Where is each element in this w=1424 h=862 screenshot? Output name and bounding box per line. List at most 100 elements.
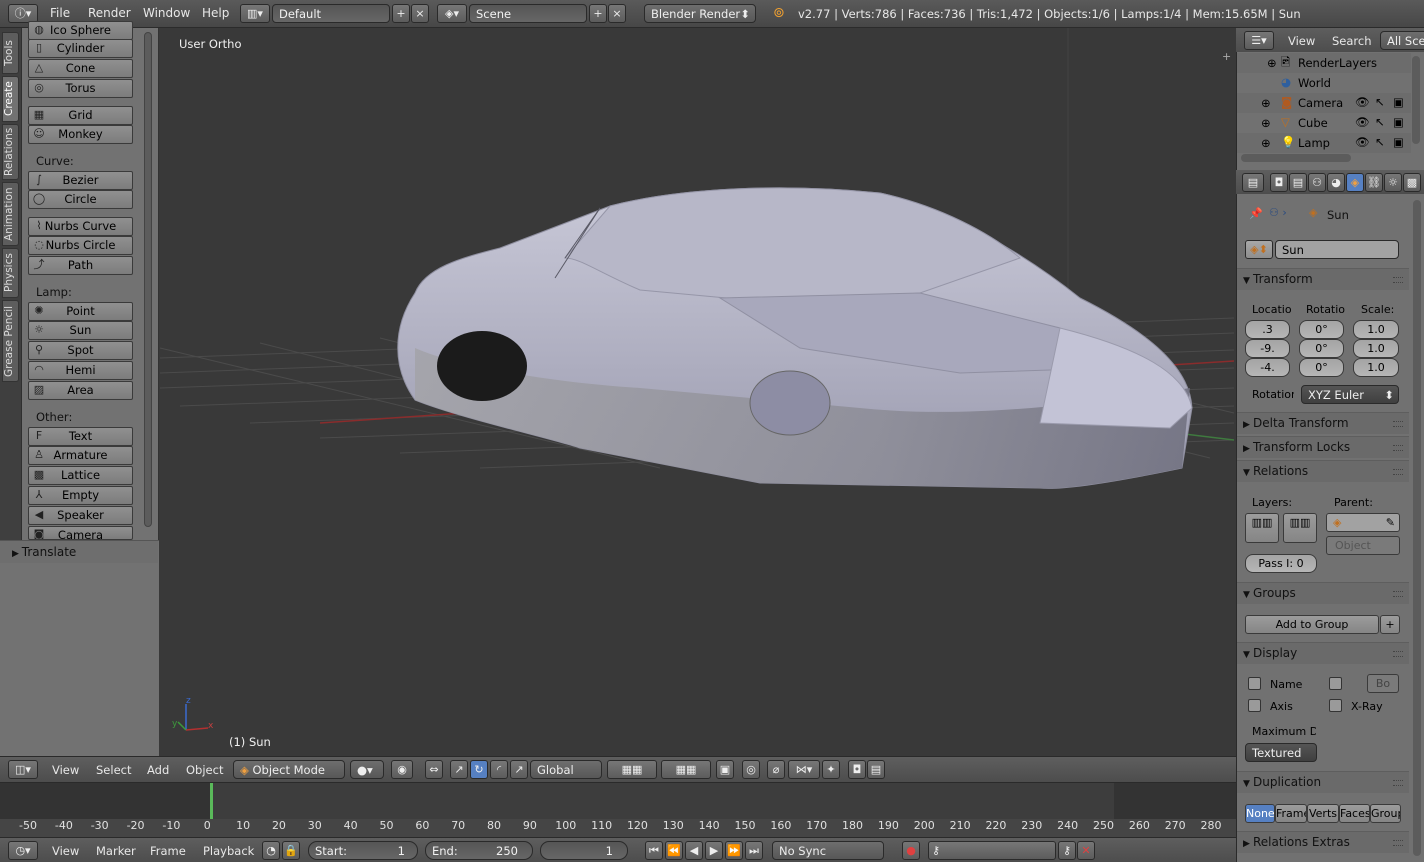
duplication-none-button[interactable]: None (1245, 804, 1275, 823)
menu-marker[interactable]: Marker (96, 844, 136, 858)
record-icon[interactable]: ● (902, 841, 920, 860)
parent-field[interactable]: ◈ ✎ (1326, 513, 1400, 532)
tab-animation[interactable]: Animation (2, 182, 19, 246)
add-text-button[interactable]: F Text (28, 427, 133, 446)
menu-file[interactable]: File (50, 6, 70, 20)
current-frame-field[interactable]: 1 (540, 841, 628, 860)
add-grid-button[interactable]: ▦ Grid (28, 106, 133, 125)
renderable-camera-icon[interactable]: ▣ (1393, 95, 1404, 109)
outliner-item-lamp[interactable]: ⊕ 💡 Lamp 👁 ↖ ▣ (1237, 133, 1411, 153)
delta-transform-panel-header[interactable]: ▶ Delta Transform (1237, 412, 1409, 434)
menu-timeline-view[interactable]: View (52, 844, 79, 858)
start-frame-field[interactable]: Start: 1 (308, 841, 418, 860)
drag-grip-icon[interactable] (1393, 277, 1403, 283)
mode-dropdown[interactable]: ◈ Object Mode (233, 760, 345, 779)
add-sun-lamp-button[interactable]: ☼ Sun (28, 321, 133, 340)
tab-physics[interactable]: Physics (2, 248, 19, 298)
tab-create[interactable]: Create (2, 76, 19, 122)
scale-y-field[interactable]: 1.0 (1353, 339, 1399, 358)
world-tab-icon[interactable]: ◕ (1327, 173, 1345, 192)
drag-grip-icon[interactable] (1393, 591, 1403, 597)
properties-scrollbar[interactable] (1413, 200, 1421, 856)
add-cone-button[interactable]: △ Cone (28, 59, 133, 78)
texture-tab-icon[interactable]: ▩ (1403, 173, 1421, 192)
outliner-item-world[interactable]: ◕ World (1237, 73, 1411, 93)
layers-grid-a-icon[interactable]: ▦▦ (607, 760, 657, 779)
insert-keyframe-icon[interactable]: ⚷ (1058, 841, 1076, 860)
snap-element-icon[interactable]: ⋈▾ (788, 760, 820, 779)
drag-grip-icon[interactable] (1393, 421, 1403, 427)
menu-add[interactable]: Add (147, 763, 169, 777)
timeline-area[interactable]: -50 -40 -30 -20 -10 0 10 20 30 40 50 60 70 80 90 100 110… (0, 782, 1236, 837)
visibility-eye-icon[interactable]: 👁 (1355, 135, 1370, 149)
add-point-lamp-button[interactable]: ✺ Point (28, 302, 133, 321)
add-scene-icon[interactable]: + (589, 4, 607, 23)
add-bezier-button[interactable]: ∫ Bezier (28, 171, 133, 190)
editor-type-outliner-icon[interactable]: ☰▾ (1244, 31, 1274, 50)
display-panel-header[interactable]: ▼ Display (1237, 642, 1409, 664)
editor-type-timeline-icon[interactable]: ◷▾ (8, 841, 38, 860)
layers-grid-right[interactable]: ▥▥ (1283, 513, 1317, 543)
render-animation-icon[interactable]: ▤ (867, 760, 885, 779)
location-y-field[interactable]: -9. (1245, 339, 1290, 358)
menu-playback[interactable]: Playback (203, 844, 254, 858)
add-nurbs-circle-button[interactable]: ◌ Nurbs Circle (28, 236, 133, 255)
editor-type-3d-icon[interactable]: ◫▾ (8, 760, 38, 779)
drag-grip-icon[interactable] (1393, 651, 1403, 657)
layers-grid-b-icon[interactable]: ▦▦ (661, 760, 711, 779)
play-icon[interactable]: ▶ (705, 841, 723, 860)
outliner-h-scrollbar[interactable] (1241, 154, 1351, 162)
transform-locks-panel-header[interactable]: ▶ Transform Locks (1237, 436, 1409, 458)
remove-scene-icon[interactable]: × (608, 4, 626, 23)
add-monkey-button[interactable]: ☺ Monkey (28, 125, 133, 144)
drag-grip-icon[interactable] (1393, 445, 1403, 451)
outliner-item-camera[interactable]: ⊕ ◙ Camera 👁 ↖ ▣ (1237, 93, 1411, 113)
screen-layout-icon[interactable]: ▥▾ (240, 4, 270, 23)
menu-help[interactable]: Help (202, 6, 229, 20)
manipulator-toggle-icon[interactable]: ⇔ (425, 760, 443, 779)
location-z-field[interactable]: -4. (1245, 358, 1290, 377)
current-frame-marker[interactable] (210, 783, 213, 819)
sync-dropdown[interactable]: No Sync (772, 841, 884, 860)
add-hemi-lamp-button[interactable]: ◠ Hemi (28, 361, 133, 380)
shading-dropdown[interactable]: ●▾ (350, 760, 384, 779)
rotation-z-field[interactable]: 0° (1299, 358, 1344, 377)
lock-camera-icon[interactable]: ▣ (716, 760, 734, 779)
transform-orientation-icon[interactable]: ↗ (510, 760, 528, 779)
lock-frame-icon[interactable]: 🔒 (282, 841, 300, 860)
render-still-icon[interactable]: ◘ (848, 760, 866, 779)
add-nurbs-curve-button[interactable]: ⌇ Nurbs Curve (28, 217, 133, 236)
duplication-group-button[interactable]: Group (1370, 804, 1401, 823)
viewport-expand-icon[interactable]: + (1222, 50, 1231, 63)
drag-grip-icon[interactable] (1393, 469, 1403, 475)
new-group-plus-icon[interactable]: + (1380, 615, 1400, 634)
menu-select[interactable]: Select (96, 763, 131, 777)
eyedropper-icon[interactable]: ✎ (1386, 514, 1395, 531)
renderable-camera-icon[interactable]: ▣ (1393, 135, 1404, 149)
snap-toggle-icon[interactable]: ⌀ (767, 760, 785, 779)
add-armature-button[interactable]: ♙ Armature (28, 446, 133, 465)
toolshelf-scrollbar[interactable] (144, 32, 152, 527)
menu-outliner-view[interactable]: View (1288, 34, 1315, 48)
add-area-lamp-button[interactable]: ▨ Area (28, 381, 133, 400)
data-tab-icon[interactable]: ☼ (1384, 173, 1402, 192)
rotation-y-field[interactable]: 0° (1299, 339, 1344, 358)
snap-target-icon[interactable]: ✦ (822, 760, 840, 779)
add-torus-button[interactable]: ◎ Torus (28, 79, 133, 98)
keying-set-field[interactable]: ⚷ (928, 841, 1056, 860)
menu-render[interactable]: Render (88, 6, 131, 20)
parent-type-dropdown[interactable]: Object (1326, 536, 1400, 555)
orientation-dropdown[interactable]: Global (530, 760, 602, 779)
menu-window[interactable]: Window (143, 6, 190, 20)
prev-keyframe-icon[interactable]: ⏪ (665, 841, 683, 860)
scale-z-field[interactable]: 1.0 (1353, 358, 1399, 377)
scale-x-field[interactable]: 1.0 (1353, 320, 1399, 339)
3d-viewport[interactable]: z x y User Ortho (1) Sun + (160, 28, 1234, 756)
duplication-panel-header[interactable]: ▼ Duplication (1237, 771, 1409, 793)
menu-object[interactable]: Object (186, 763, 223, 777)
location-x-field[interactable]: .3 (1245, 320, 1290, 339)
menu-outliner-search[interactable]: Search (1332, 34, 1372, 48)
add-to-group-button[interactable]: Add to Group (1245, 615, 1379, 634)
translate-manipulator-icon[interactable]: ↗ (450, 760, 468, 779)
relations-extras-panel-header[interactable]: ▶ Relations Extras (1237, 831, 1409, 853)
